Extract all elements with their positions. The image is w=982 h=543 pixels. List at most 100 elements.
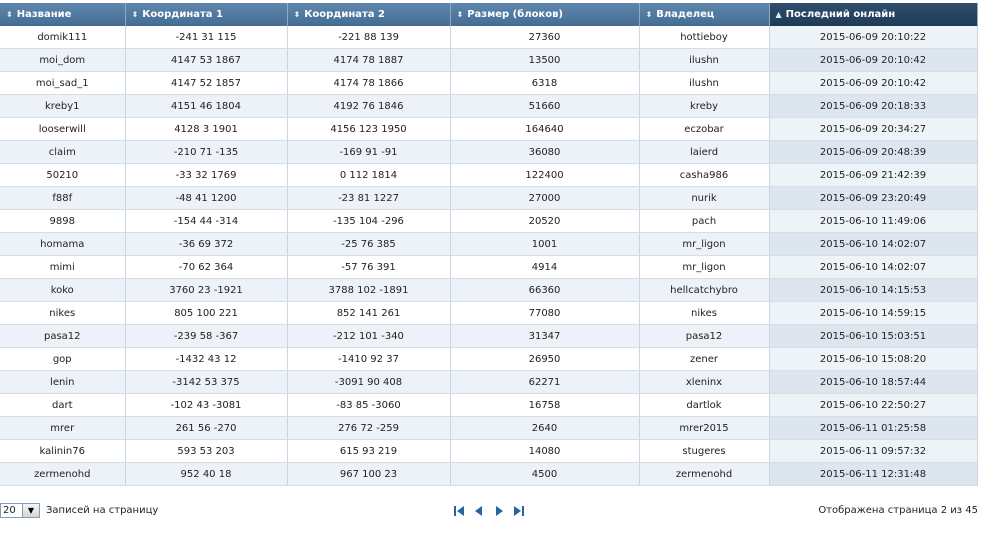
table-cell: -36 69 372 bbox=[125, 232, 288, 256]
table-cell: kreby1 bbox=[0, 94, 126, 118]
table-cell: -83 85 -3060 bbox=[287, 393, 451, 417]
table-row[interactable]: koko 3760 23 -1921 3788 102 -1891 66360 hell… bbox=[0, 278, 978, 302]
table-cell: homama bbox=[0, 232, 126, 256]
table-cell: 2015-06-10 18:57:44 bbox=[769, 370, 978, 394]
table-row[interactable]: kreby1 4151 46 1804 4192 76 1846 51660 kreby… bbox=[0, 94, 978, 118]
table-cell: -102 43 -3081 bbox=[125, 393, 288, 417]
table-cell: mr_ligon bbox=[639, 232, 770, 256]
table-cell: mrer bbox=[0, 416, 126, 440]
table-cell: -57 76 391 bbox=[287, 255, 451, 279]
table-cell: 6318 bbox=[450, 71, 640, 95]
table-row[interactable]: moi_dom 4147 53 1867 4174 78 1887 13500 ilus… bbox=[0, 48, 978, 72]
pager-nav bbox=[452, 504, 526, 518]
table-cell: 2015-06-10 14:02:07 bbox=[769, 255, 978, 279]
table-cell: pach bbox=[639, 209, 770, 233]
table-row[interactable]: kalinin76 593 53 203 615 93 219 14080 stuger… bbox=[0, 439, 978, 463]
first-page-icon[interactable] bbox=[452, 504, 466, 518]
table-cell: 4147 52 1857 bbox=[125, 71, 288, 95]
table-cell: -212 101 -340 bbox=[287, 324, 451, 348]
table-row[interactable]: nikes 805 100 221 852 141 261 77080 nikes 201… bbox=[0, 301, 978, 325]
table-row[interactable]: homama -36 69 372 -25 76 385 1001 mr_ligon 20… bbox=[0, 232, 978, 256]
column-header[interactable]: ⬍ Размер (блоков) bbox=[450, 3, 640, 26]
table-cell: 4151 46 1804 bbox=[125, 94, 288, 118]
column-header-label: Координата 2 bbox=[304, 9, 385, 20]
table-cell: hottieboy bbox=[639, 26, 770, 49]
table-cell: 952 40 18 bbox=[125, 462, 288, 486]
table-row[interactable]: mimi -70 62 364 -57 76 391 4914 mr_ligon 2015… bbox=[0, 255, 978, 279]
column-header[interactable]: ⬍ Координата 1 bbox=[125, 3, 288, 26]
column-header[interactable]: ▲ Последний онлайн bbox=[769, 3, 978, 26]
column-header-label: Последний онлайн bbox=[785, 9, 896, 20]
table-cell: 3760 23 -1921 bbox=[125, 278, 288, 302]
last-page-icon[interactable] bbox=[512, 504, 526, 518]
sort-icon: ⬍ bbox=[293, 10, 301, 19]
chevron-down-icon[interactable]: ▼ bbox=[22, 504, 39, 517]
table-cell: 2015-06-09 20:10:42 bbox=[769, 48, 978, 72]
table-cell: 16758 bbox=[450, 393, 640, 417]
table-cell: 4192 76 1846 bbox=[287, 94, 451, 118]
table-cell: laierd bbox=[639, 140, 770, 164]
table-cell: mimi bbox=[0, 255, 126, 279]
table-cell: -135 104 -296 bbox=[287, 209, 451, 233]
table-cell: ilushn bbox=[639, 48, 770, 72]
table-cell: 20520 bbox=[450, 209, 640, 233]
table-row[interactable]: moi_sad_1 4147 52 1857 4174 78 1866 6318 ilu… bbox=[0, 71, 978, 95]
rows-per-page-select[interactable]: 20 ▼ bbox=[0, 503, 40, 518]
table-cell: dart bbox=[0, 393, 126, 417]
table-cell: koko bbox=[0, 278, 126, 302]
table-cell: 2015-06-10 15:03:51 bbox=[769, 324, 978, 348]
table-cell: -210 71 -135 bbox=[125, 140, 288, 164]
column-header[interactable]: ⬍ Владелец bbox=[639, 3, 770, 26]
table-body: domik111 -241 31 115 -221 88 139 27360 hotti… bbox=[0, 26, 978, 486]
table-cell: -241 31 115 bbox=[125, 26, 288, 49]
table-cell: 852 141 261 bbox=[287, 301, 451, 325]
table-cell: 13500 bbox=[450, 48, 640, 72]
table-row[interactable]: domik111 -241 31 115 -221 88 139 27360 hotti… bbox=[0, 26, 978, 49]
table-row[interactable]: mrer 261 56 -270 276 72 -259 2640 mrer2015 20… bbox=[0, 416, 978, 440]
table-cell: 62271 bbox=[450, 370, 640, 394]
table-cell: pasa12 bbox=[639, 324, 770, 348]
table-cell: 2015-06-11 12:31:48 bbox=[769, 462, 978, 486]
table-row[interactable]: 50210 -33 32 1769 0 112 1814 122400 casha986… bbox=[0, 163, 978, 187]
table-cell: 4156 123 1950 bbox=[287, 117, 451, 141]
next-page-icon[interactable] bbox=[492, 504, 506, 518]
table-row[interactable]: dart -102 43 -3081 -83 85 -3060 16758 dartlo… bbox=[0, 393, 978, 417]
table-row[interactable]: f88f -48 41 1200 -23 81 1227 27000 nurik 2015… bbox=[0, 186, 978, 210]
column-header-label: Название bbox=[16, 9, 72, 20]
regions-grid: ⬍ Название ⬍ Координата 1 ⬍ Координата 2 ⬍ Разм… bbox=[0, 3, 978, 486]
page-info: Отображена страница 2 из 45 bbox=[818, 505, 978, 516]
table-row[interactable]: lenin -3142 53 375 -3091 90 408 62271 xlenin… bbox=[0, 370, 978, 394]
column-header[interactable]: ⬍ Координата 2 bbox=[287, 3, 451, 26]
table-row[interactable]: looserwill 4128 3 1901 4156 123 1950 164640… bbox=[0, 117, 978, 141]
sort-icon: ⬍ bbox=[6, 10, 13, 19]
table-row[interactable]: claim -210 71 -135 -169 91 -91 36080 laierd 2… bbox=[0, 140, 978, 164]
table-row[interactable]: gop -1432 43 12 -1410 92 37 26950 zener 2015-… bbox=[0, 347, 978, 371]
table-cell: 1001 bbox=[450, 232, 640, 256]
table-cell: 2015-06-11 09:57:32 bbox=[769, 439, 978, 463]
table-cell: 27360 bbox=[450, 26, 640, 49]
table-cell: nikes bbox=[0, 301, 126, 325]
table-cell: moi_sad_1 bbox=[0, 71, 126, 95]
column-header[interactable]: ⬍ Название bbox=[0, 3, 126, 26]
table-cell: 31347 bbox=[450, 324, 640, 348]
prev-page-icon[interactable] bbox=[472, 504, 486, 518]
table-cell: -23 81 1227 bbox=[287, 186, 451, 210]
table-cell: 51660 bbox=[450, 94, 640, 118]
table-row[interactable]: pasa12 -239 58 -367 -212 101 -340 31347 pasa… bbox=[0, 324, 978, 348]
rows-per-page-label: Записей на страницу bbox=[46, 505, 159, 516]
table-cell: xleninx bbox=[639, 370, 770, 394]
table-cell: -169 91 -91 bbox=[287, 140, 451, 164]
table-cell: ilushn bbox=[639, 71, 770, 95]
table-cell: eczobar bbox=[639, 117, 770, 141]
rows-per-page-value: 20 bbox=[3, 505, 16, 516]
header-row: ⬍ Название ⬍ Координата 1 ⬍ Координата 2 ⬍ Разм… bbox=[0, 3, 978, 26]
table-cell: 77080 bbox=[450, 301, 640, 325]
table-row[interactable]: 9898 -154 44 -314 -135 104 -296 20520 pach 20… bbox=[0, 209, 978, 233]
regions-table: ⬍ Название ⬍ Координата 1 ⬍ Координата 2 ⬍ Разм… bbox=[0, 3, 978, 486]
sort-icon: ⬍ bbox=[456, 10, 464, 19]
table-row[interactable]: zermenohd 952 40 18 967 100 23 4500 zermenoh… bbox=[0, 462, 978, 486]
table-cell: lenin bbox=[0, 370, 126, 394]
table-cell: 2015-06-10 14:15:53 bbox=[769, 278, 978, 302]
table-cell: 2015-06-09 20:48:39 bbox=[769, 140, 978, 164]
sort-icon: ⬍ bbox=[645, 10, 653, 19]
